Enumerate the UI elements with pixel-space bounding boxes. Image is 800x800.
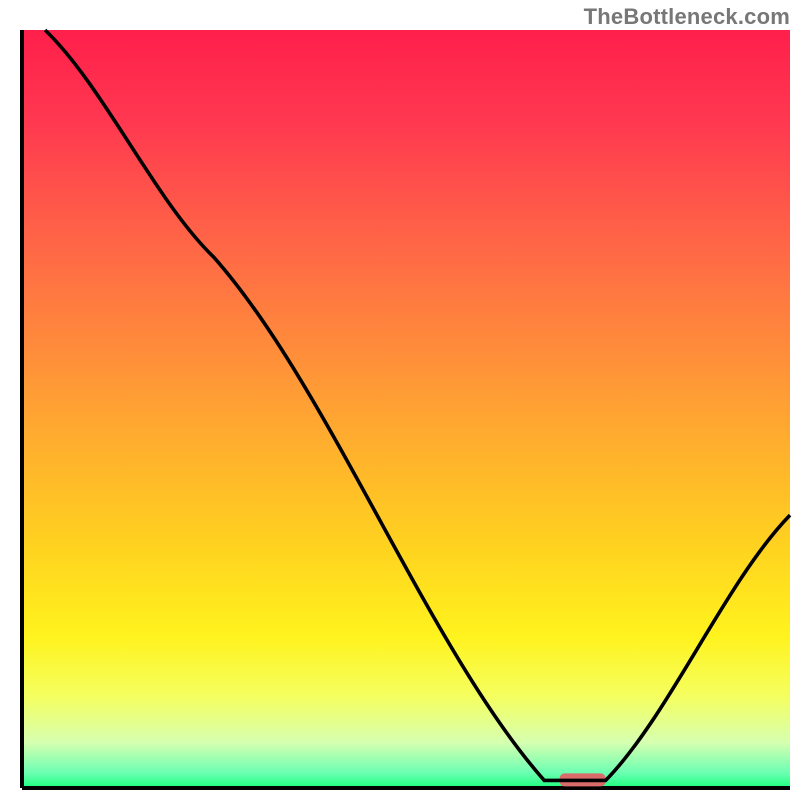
chart-background [0, 0, 800, 800]
bottleneck-chart: TheBottleneck.com [0, 0, 800, 800]
watermark-label: TheBottleneck.com [584, 4, 790, 30]
